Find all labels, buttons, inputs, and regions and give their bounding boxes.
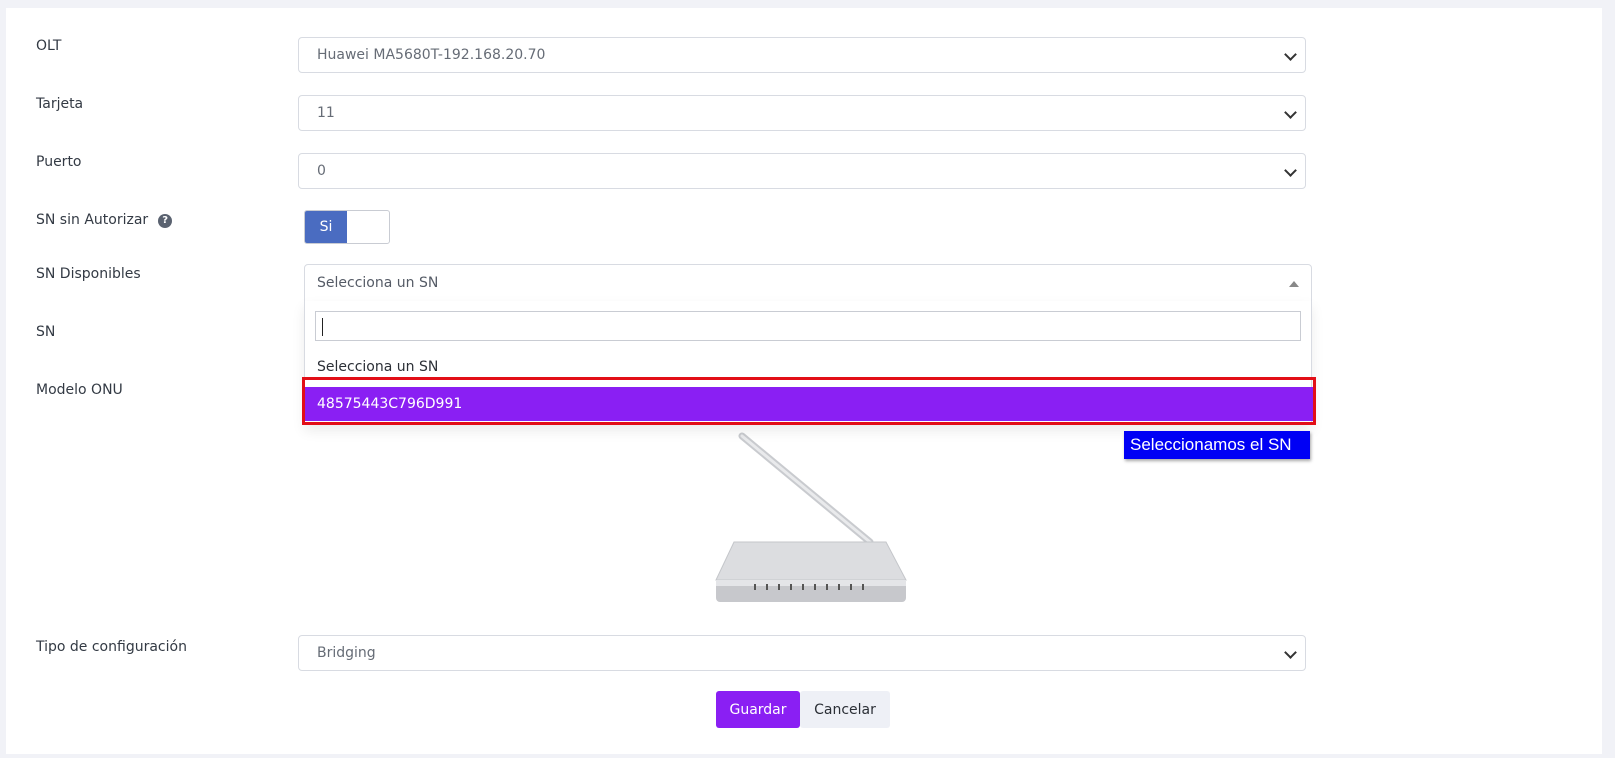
modelo-onu-label: Modelo ONU <box>36 382 123 398</box>
puerto-select[interactable]: 0 <box>298 153 1306 189</box>
sn-option-highlighted[interactable]: 48575443C796D991 <box>305 387 1313 421</box>
sn-disponibles-selected: Selecciona un SN <box>317 275 439 291</box>
onu-router-image <box>715 432 907 602</box>
sn-dropdown-panel: Selecciona un SN 48575443C796D991 <box>304 301 1313 425</box>
tarjeta-select-value: 11 <box>317 105 335 121</box>
caret-up-icon <box>1289 281 1299 287</box>
sn-option-placeholder[interactable]: Selecciona un SN <box>317 359 438 375</box>
sn-disponibles-label: SN Disponibles <box>36 266 141 282</box>
chevron-down-icon <box>1284 646 1297 659</box>
tipo-configuracion-select[interactable]: Bridging <box>298 635 1306 671</box>
sn-disponibles-select[interactable]: Selecciona un SN <box>304 264 1312 302</box>
chevron-down-icon <box>1284 48 1297 61</box>
sn-sin-autorizar-text: SN sin Autorizar <box>36 212 149 228</box>
cancel-button[interactable]: Cancelar <box>800 691 890 728</box>
question-circle-icon[interactable]: ? <box>158 214 173 228</box>
sn-sin-autorizar-label: SN sin Autorizar? <box>36 212 173 228</box>
puerto-select-value: 0 <box>317 163 326 179</box>
tarjeta-label: Tarjeta <box>36 96 84 112</box>
chevron-down-icon <box>1284 164 1297 177</box>
puerto-label: Puerto <box>36 154 82 170</box>
text-cursor <box>322 318 323 336</box>
sn-label: SN <box>36 324 56 340</box>
olt-label: OLT <box>36 38 62 54</box>
olt-select[interactable]: Huawei MA5680T-192.168.20.70 <box>298 37 1306 73</box>
sn-search-input[interactable] <box>315 311 1301 341</box>
tipo-configuracion-label: Tipo de configuración <box>36 639 187 655</box>
olt-select-value: Huawei MA5680T-192.168.20.70 <box>317 47 546 63</box>
sn-sin-autorizar-toggle[interactable]: Si <box>304 210 390 244</box>
save-button[interactable]: Guardar <box>716 691 800 728</box>
tarjeta-select[interactable]: 11 <box>298 95 1306 131</box>
annotation-callout: Seleccionamos el SN <box>1124 431 1310 459</box>
tipo-configuracion-value: Bridging <box>317 645 376 661</box>
toggle-on-label: Si <box>305 211 347 243</box>
chevron-down-icon <box>1284 106 1297 119</box>
